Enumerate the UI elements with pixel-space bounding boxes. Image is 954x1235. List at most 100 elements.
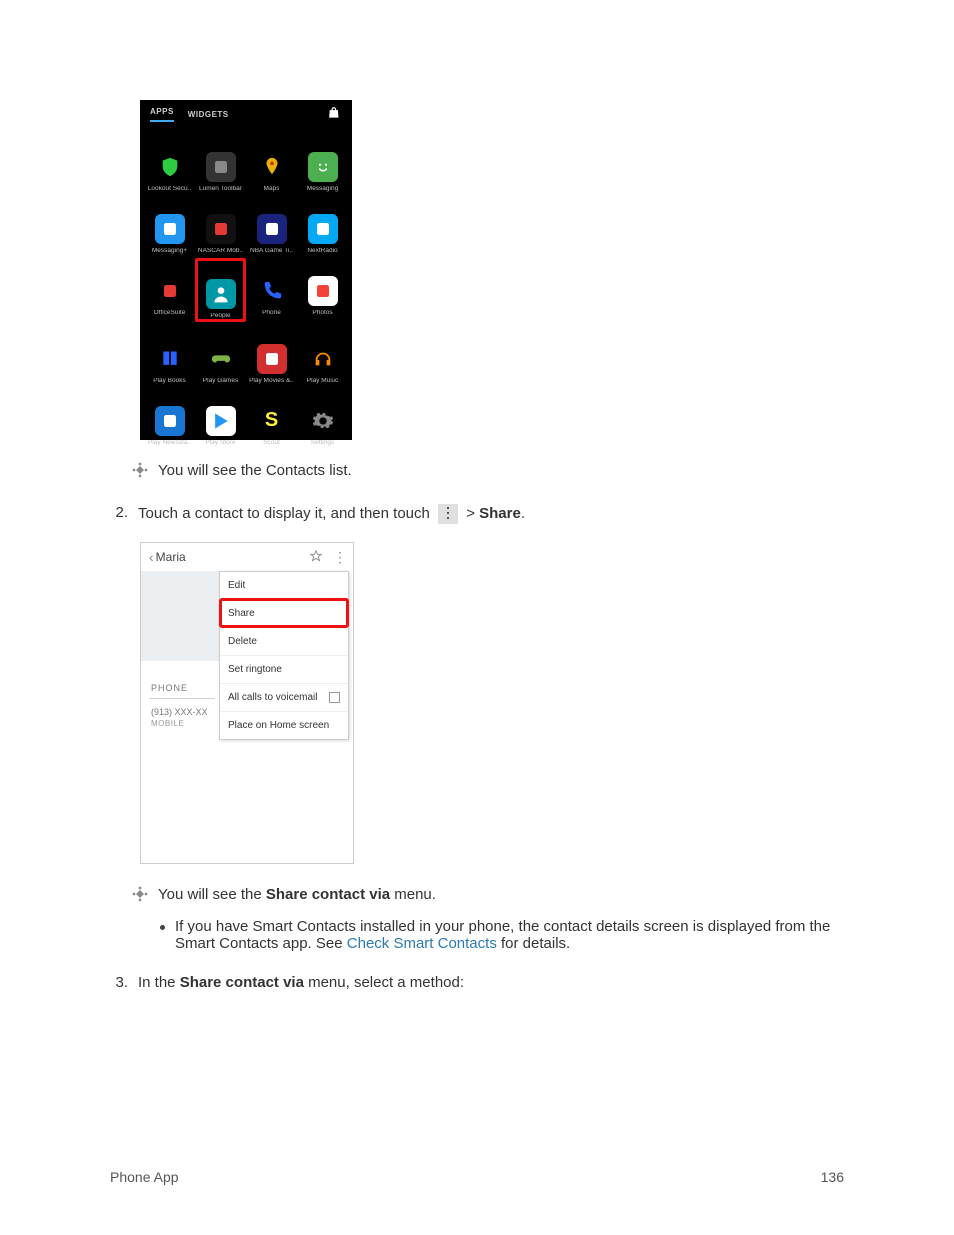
menu-item-label: Delete [228, 636, 257, 647]
app-label: NBA Game Ti.. [250, 248, 293, 255]
shield-icon [155, 152, 185, 182]
office-icon [155, 276, 185, 306]
footer-section: Phone App [110, 1169, 179, 1185]
app-label: Play Newssta.. [148, 440, 191, 447]
maps-icon [257, 152, 287, 182]
app-label: Settings [311, 440, 335, 447]
gamepad-icon [206, 344, 236, 374]
link-check-smart-contacts[interactable]: Check Smart Contacts [347, 935, 497, 952]
screenshot-contact-menu: ‹ Maria ⋮ Edit Share Delete Set ringtone All… [140, 542, 354, 864]
star-icon[interactable] [309, 549, 323, 566]
app-phone[interactable]: Phone [246, 258, 297, 316]
app-play-store[interactable]: Play Store [195, 388, 246, 446]
menu-item-share[interactable]: Share [220, 599, 348, 627]
app-grid: Lookout Secu.. Lumen Toolbar Maps Messaging… [140, 128, 352, 452]
plus-icon [155, 214, 185, 244]
app-settings[interactable]: Settings [297, 388, 348, 446]
gear-icon [308, 406, 338, 436]
app-nextradio[interactable]: NextRadio [297, 196, 348, 254]
app-play-games[interactable]: Play Games [195, 326, 246, 384]
menu-item-label: Share [228, 608, 255, 619]
app-play-movies-[interactable]: Play Movies &.. [246, 326, 297, 384]
app-play-books[interactable]: Play Books [144, 326, 195, 384]
news-icon [155, 406, 185, 436]
app-scout[interactable]: SScout [246, 388, 297, 446]
menu-item-label: Place on Home screen [228, 720, 329, 731]
diamond-icon [132, 462, 148, 482]
app-label: Play Books [153, 378, 186, 385]
note-share-menu: You will see the Share contact via menu. [132, 886, 844, 906]
diamond-icon [132, 886, 148, 906]
person-icon [206, 279, 236, 309]
book-icon [155, 344, 185, 374]
pinwheel-icon [308, 276, 338, 306]
nba-icon [257, 214, 287, 244]
tab-apps[interactable]: APPS [150, 107, 174, 122]
app-label: Photos [312, 310, 332, 317]
app-label: Play Music [307, 378, 338, 385]
app-label: Maps [264, 186, 280, 193]
app-photos[interactable]: Photos [297, 258, 348, 316]
bullet-text: If you have Smart Contacts installed in … [175, 918, 844, 952]
app-nascar-mob-[interactable]: NASCAR Mob.. [195, 196, 246, 254]
app-label: Play Movies &.. [249, 378, 294, 385]
app-label: People [210, 313, 230, 320]
app-messaging[interactable]: Messaging [297, 134, 348, 192]
contact-avatar [141, 571, 219, 661]
tab-widgets[interactable]: WIDGETS [188, 110, 229, 119]
step-number: 2. [110, 504, 128, 524]
contact-header: ‹ Maria ⋮ [141, 543, 353, 571]
checkbox-icon[interactable] [329, 692, 340, 703]
nascar-icon [206, 214, 236, 244]
app-label: Play Store [206, 440, 236, 447]
shop-icon[interactable] [328, 106, 342, 122]
headphones-icon [308, 344, 338, 374]
app-lookout-secu-[interactable]: Lookout Secu.. [144, 134, 195, 192]
menu-item-label: Edit [228, 580, 245, 591]
app-label: Lumen Toolbar [199, 186, 242, 193]
step-2: 2. Touch a contact to display it, and th… [110, 504, 844, 524]
app-nba-game-ti-[interactable]: NBA Game Ti.. [246, 196, 297, 254]
app-play-music[interactable]: Play Music [297, 326, 348, 384]
bullet-icon [160, 925, 165, 930]
sub-bullet: If you have Smart Contacts installed in … [160, 918, 844, 952]
app-label: Messaging+ [152, 248, 187, 255]
menu-item-delete[interactable]: Delete [220, 627, 348, 655]
back-icon[interactable]: ‹ [149, 549, 154, 565]
step-text: In the Share contact via menu, select a … [138, 974, 464, 991]
radio-icon [308, 214, 338, 244]
app-label: NASCAR Mob.. [198, 248, 243, 255]
note-contacts-list: You will see the Contacts list. [132, 462, 844, 482]
app-label: Phone [262, 310, 281, 317]
app-label: Messaging [307, 186, 338, 193]
app-people[interactable]: People [195, 258, 246, 322]
step-3: 3. In the Share contact via menu, select… [110, 974, 844, 991]
phone-section-label: PHONE [151, 683, 188, 693]
menu-item-set-ringtone[interactable]: Set ringtone [220, 655, 348, 683]
app-maps[interactable]: Maps [246, 134, 297, 192]
overflow-icon[interactable] [438, 504, 458, 524]
page: APPS WIDGETS Lookout Secu.. Lumen Toolbar… [0, 0, 954, 1235]
app-play-newssta-[interactable]: Play Newssta.. [144, 388, 195, 446]
app-lumen-toolbar[interactable]: Lumen Toolbar [195, 134, 246, 192]
step-text: Touch a contact to display it, and then … [138, 504, 525, 524]
phone-icon [257, 276, 287, 306]
app-label: Play Games [203, 378, 238, 385]
app-messaging-[interactable]: Messaging+ [144, 196, 195, 254]
play-icon [206, 406, 236, 436]
smile-icon [308, 152, 338, 182]
contact-name: Maria [156, 550, 309, 564]
app-label: OfficeSuite [154, 310, 186, 317]
menu-item-label: All calls to voicemail [228, 692, 317, 703]
context-menu: Edit Share Delete Set ringtone All calls to … [219, 571, 349, 740]
app-officesuite[interactable]: OfficeSuite [144, 258, 195, 316]
phone-type: MOBILE [151, 719, 184, 728]
note-text: You will see the Contacts list. [158, 462, 352, 479]
app-label: Lookout Secu.. [148, 186, 191, 193]
app-label: NextRadio [307, 248, 337, 255]
menu-item-edit[interactable]: Edit [220, 572, 348, 599]
menu-item-all-calls-to-voicemail[interactable]: All calls to voicemail [220, 683, 348, 711]
overflow-menu-icon[interactable]: ⋮ [323, 549, 345, 566]
menu-item-place-on-home-screen[interactable]: Place on Home screen [220, 711, 348, 739]
note-text: You will see the Share contact via menu. [158, 886, 436, 903]
